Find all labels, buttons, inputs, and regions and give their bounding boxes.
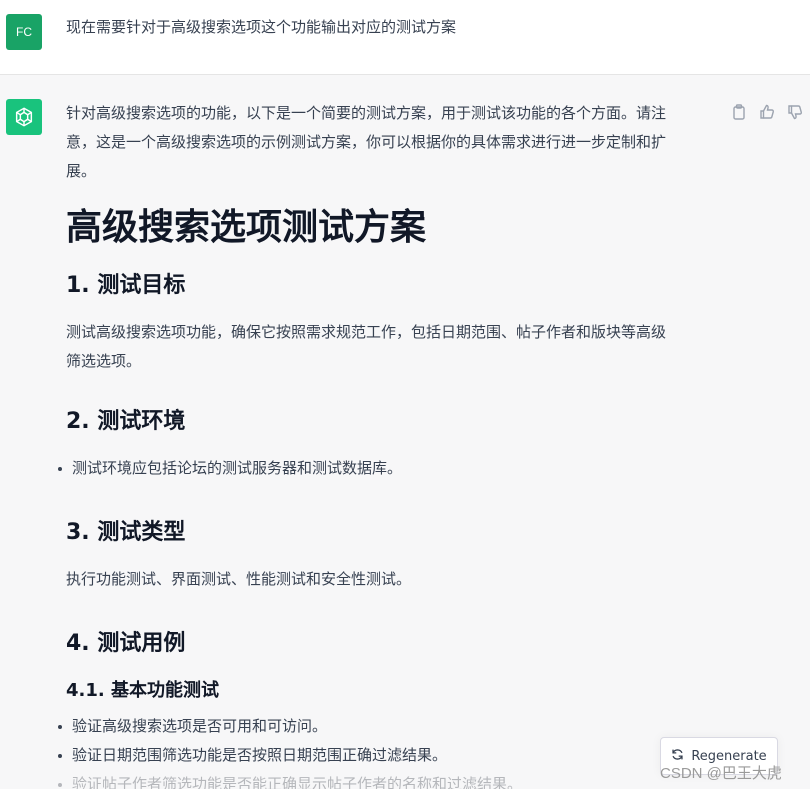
thumbs-down-icon[interactable] <box>786 103 804 121</box>
section-paragraph: 测试高级搜索选项功能，确保它按照需求规范工作，包括日期范围、帖子作者和版块等高级… <box>66 318 714 376</box>
assistant-message-content: 针对高级搜索选项的功能，以下是一个简要的测试方案，用于测试该功能的各个方面。请注… <box>58 99 714 789</box>
user-message-row: FC 现在需要针对于高级搜索选项这个功能输出对应的测试方案 <box>0 0 810 75</box>
section-heading: 1. 测试目标 <box>66 273 186 298</box>
paragraph-line: 筛选选项。 <box>66 352 142 370</box>
message-actions <box>730 103 804 121</box>
user-initials: FC <box>16 25 32 39</box>
intro-line: 针对高级搜索选项的功能，以下是一个简要的测试方案，用于测试该功能的各个方面。请注 <box>66 104 667 122</box>
clipboard-icon[interactable] <box>730 103 748 121</box>
doc-title: 高级搜索选项测试方案 <box>66 207 427 248</box>
section-heading: 4. 测试用例 <box>66 631 186 656</box>
list-item: 验证帖子作者筛选功能是否能正确显示帖子作者的名称和过滤结果。 <box>58 770 714 789</box>
user-avatar: FC <box>6 14 42 50</box>
list-item: 验证高级搜索选项是否可用和可访问。 <box>58 712 714 741</box>
section-paragraph: 执行功能测试、界面测试、性能测试和安全性测试。 <box>66 570 412 588</box>
list-item: 测试环境应包括论坛的测试服务器和测试数据库。 <box>58 454 714 483</box>
subsection-heading: 4.1. 基本功能测试 <box>66 680 219 701</box>
section-heading: 3. 测试类型 <box>66 520 186 545</box>
intro-line: 意，这是一个高级搜索选项的示例测试方案，你可以根据你的具体需求进行进一步定制和扩 <box>66 133 667 151</box>
intro-paragraph: 针对高级搜索选项的功能，以下是一个简要的测试方案，用于测试该功能的各个方面。请注… <box>66 99 714 186</box>
assistant-message-row: 针对高级搜索选项的功能，以下是一个简要的测试方案，用于测试该功能的各个方面。请注… <box>0 75 810 789</box>
paragraph-line: 测试高级搜索选项功能，确保它按照需求规范工作，包括日期范围、帖子作者和版块等高级 <box>66 323 667 341</box>
section-heading: 2. 测试环境 <box>66 409 186 434</box>
csdn-watermark: CSDN @巴王大虎 <box>660 765 782 782</box>
user-message-text: 现在需要针对于高级搜索选项这个功能输出对应的测试方案 <box>66 18 457 36</box>
list-item: 验证日期范围筛选功能是否按照日期范围正确过滤结果。 <box>58 741 714 770</box>
openai-logo-icon <box>6 99 42 135</box>
thumbs-up-icon[interactable] <box>758 103 776 121</box>
intro-line: 展。 <box>66 162 97 180</box>
